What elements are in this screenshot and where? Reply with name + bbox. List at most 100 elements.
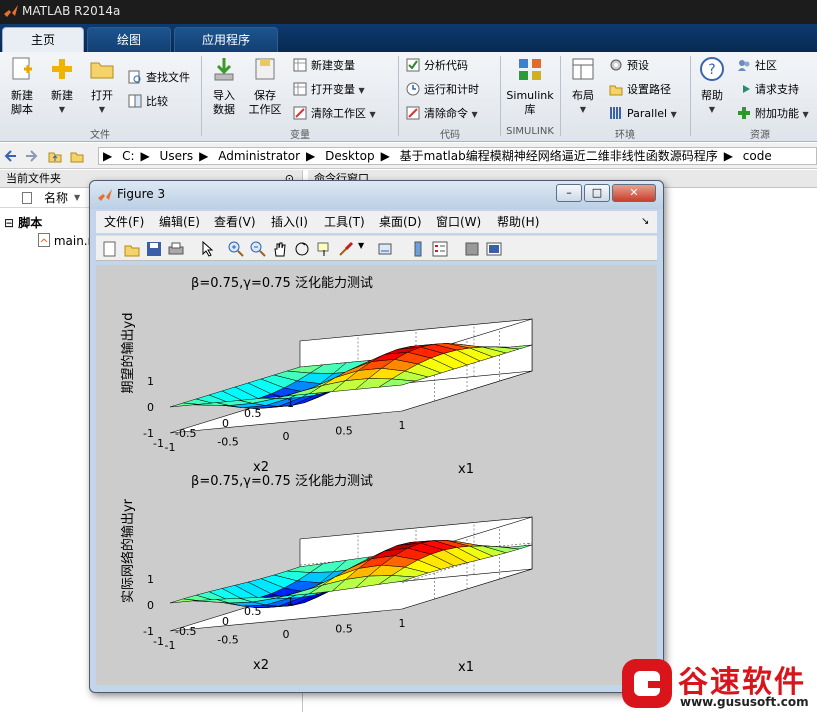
ribbon-divider bbox=[500, 56, 501, 136]
open-variable-button[interactable]: 打开变量 ▼ bbox=[293, 80, 365, 100]
plus-icon bbox=[52, 59, 72, 79]
tab-plots[interactable]: 绘图 bbox=[87, 27, 171, 52]
column-name-header[interactable]: 名称 bbox=[44, 188, 68, 208]
simulink-library-button[interactable]: Simulink 库 bbox=[504, 56, 556, 117]
x1-tick-label: 1 bbox=[399, 617, 406, 630]
figure-menubar: 文件(F) 编辑(E) 查看(V) 插入(I) 工具(T) 桌面(D) 窗口(W… bbox=[96, 211, 657, 233]
breadcrumb[interactable]: ▶ C: ▶ Users ▶ Administrator ▶ Desktop ▶ 基于m… bbox=[98, 147, 817, 165]
new-figure-icon[interactable] bbox=[102, 241, 118, 257]
menu-desktop[interactable]: 桌面(D) bbox=[379, 211, 422, 233]
surface-plot-2: β=0.75,γ=0.75 泛化能力测试10-1实际网络的输出yr-1 -0.5 0… bbox=[120, 474, 533, 675]
matlab-logo-icon bbox=[98, 189, 112, 201]
section-resources-label: 资源 bbox=[750, 130, 770, 141]
watermark-logo: 谷速软件 www.gususoft.com bbox=[618, 655, 817, 712]
dock-arrow-icon[interactable]: ↘ bbox=[641, 211, 649, 233]
menu-view[interactable]: 查看(V) bbox=[214, 211, 256, 233]
data-cursor-icon[interactable] bbox=[316, 241, 332, 257]
analyze-code-button[interactable]: 分析代码 bbox=[406, 56, 468, 76]
tree-group-scripts[interactable]: ⊟ 脚本 bbox=[4, 214, 42, 231]
preferences-button[interactable]: 预设 bbox=[609, 56, 649, 76]
ribbon-tab-bar: 主页 绘图 应用程序 bbox=[0, 24, 817, 52]
pointer-icon[interactable] bbox=[200, 241, 216, 257]
breadcrumb-item[interactable]: Users bbox=[160, 149, 194, 163]
request-support-button[interactable]: 请求支持 bbox=[737, 80, 799, 100]
layout-button[interactable]: 布局 ▼ bbox=[563, 56, 603, 117]
layout-icon bbox=[572, 58, 594, 80]
back-arrow-icon[interactable] bbox=[4, 149, 18, 163]
close-button[interactable]: ✕ bbox=[612, 184, 656, 202]
breadcrumb-item[interactable]: 基于matlab编程模糊神经网络逼近二维非线性函数源码程序 bbox=[400, 149, 718, 163]
menu-tools[interactable]: 工具(T) bbox=[324, 211, 365, 233]
simulink-icon bbox=[519, 59, 541, 80]
tab-apps[interactable]: 应用程序 bbox=[174, 27, 278, 52]
clear-commands-icon bbox=[406, 106, 420, 120]
set-path-button[interactable]: 设置路径 bbox=[609, 80, 671, 100]
import-data-button[interactable]: 导入 数据 bbox=[204, 56, 244, 117]
breadcrumb-item[interactable]: Desktop bbox=[325, 149, 375, 163]
x2-tick-label: 0 bbox=[222, 615, 229, 628]
save-icon[interactable] bbox=[146, 241, 162, 257]
forward-arrow-icon[interactable] bbox=[24, 149, 38, 163]
open-file-icon[interactable] bbox=[124, 241, 140, 257]
maximize-button[interactable]: □ bbox=[584, 184, 610, 202]
figure-window[interactable]: Figure 3 – □ ✕ 文件(F) 编辑(E) 查看(V) 插入(I) 工… bbox=[89, 180, 664, 693]
help-button[interactable]: ? 帮助 ▼ bbox=[692, 56, 732, 117]
find-files-label: 查找文件 bbox=[146, 71, 190, 84]
matlab-logo-icon bbox=[4, 5, 18, 17]
new-script-button[interactable]: 新建 脚本 bbox=[2, 56, 42, 117]
z-axis-label: 实际网络的输出yr bbox=[120, 498, 136, 603]
find-files-icon bbox=[128, 70, 141, 84]
browse-folder-icon[interactable] bbox=[70, 149, 84, 163]
tab-home[interactable]: 主页 bbox=[2, 27, 84, 52]
addons-label: 附加功能 bbox=[755, 107, 799, 120]
breadcrumb-item[interactable]: Administrator bbox=[218, 149, 300, 163]
compare-button[interactable]: 比较 bbox=[128, 92, 168, 112]
minimize-button[interactable]: – bbox=[556, 184, 582, 202]
legend-icon[interactable] bbox=[432, 241, 448, 257]
breadcrumb-item[interactable]: code bbox=[743, 149, 772, 163]
menu-insert[interactable]: 插入(I) bbox=[271, 211, 308, 233]
preferences-label: 预设 bbox=[627, 59, 649, 72]
gususoft-logo-icon bbox=[622, 659, 672, 708]
save-workspace-button[interactable]: 保存 工作区 bbox=[245, 56, 285, 117]
find-files-button[interactable]: 查找文件 bbox=[128, 68, 190, 88]
menu-help[interactable]: 帮助(H) bbox=[497, 211, 539, 233]
show-tools-icon[interactable] bbox=[486, 241, 502, 257]
gear-icon bbox=[610, 59, 622, 71]
open-button[interactable]: 打开 ▼ bbox=[82, 56, 122, 117]
x1-axis-label: x1 bbox=[458, 462, 474, 477]
clear-workspace-button[interactable]: 清除工作区 ▼ bbox=[293, 104, 376, 124]
menu-file[interactable]: 文件(F) bbox=[104, 211, 144, 233]
run-and-time-button[interactable]: 运行和计时 bbox=[406, 80, 479, 100]
menu-window[interactable]: 窗口(W) bbox=[436, 211, 481, 233]
breadcrumb-item[interactable]: C: bbox=[122, 149, 134, 163]
zoom-in-icon[interactable] bbox=[228, 241, 244, 257]
community-button[interactable]: 社区 bbox=[737, 56, 777, 76]
new-button[interactable]: 新建 ▼ bbox=[42, 56, 82, 117]
x1-tick-label: -0.5 bbox=[217, 634, 238, 647]
zoom-out-icon[interactable] bbox=[250, 241, 266, 257]
hide-tools-icon[interactable] bbox=[464, 241, 480, 257]
print-icon[interactable] bbox=[168, 241, 184, 257]
colorbar-icon[interactable] bbox=[410, 241, 426, 257]
section-variable-label: 变量 bbox=[290, 130, 310, 141]
ribbon-divider bbox=[560, 56, 561, 136]
ribbon: 新建 脚本 新建 ▼ 打开 ▼ 查找文件 比较 文件 导入 数据 保存 工作区 … bbox=[0, 52, 817, 142]
link-plot-icon[interactable] bbox=[378, 241, 394, 257]
addons-button[interactable]: 附加功能 ▼ bbox=[737, 104, 809, 124]
figure-titlebar[interactable]: Figure 3 – □ ✕ bbox=[90, 181, 663, 209]
parallel-button[interactable]: Parallel ▼ bbox=[609, 104, 677, 124]
clear-commands-button[interactable]: 清除命令 ▼ bbox=[406, 104, 478, 124]
up-folder-icon[interactable] bbox=[48, 149, 62, 163]
brush-icon[interactable] bbox=[338, 241, 354, 257]
brush-dropdown-icon[interactable]: ▼ bbox=[358, 241, 364, 250]
rotate-3d-icon[interactable] bbox=[294, 241, 310, 257]
sort-arrow-icon[interactable]: ▼ bbox=[74, 188, 80, 208]
x2-tick-label: 1 bbox=[287, 397, 294, 410]
collapse-icon[interactable]: ⊟ bbox=[4, 216, 14, 230]
figure-canvas[interactable]: β=0.75,γ=0.75 泛化能力测试 1 0 -1 期望的输出yd -1 -0.5 0 0.… bbox=[96, 265, 657, 685]
new-variable-button[interactable]: 新建变量 bbox=[293, 56, 355, 76]
ribbon-divider bbox=[201, 56, 202, 136]
menu-edit[interactable]: 编辑(E) bbox=[159, 211, 200, 233]
pan-hand-icon[interactable] bbox=[272, 241, 288, 257]
